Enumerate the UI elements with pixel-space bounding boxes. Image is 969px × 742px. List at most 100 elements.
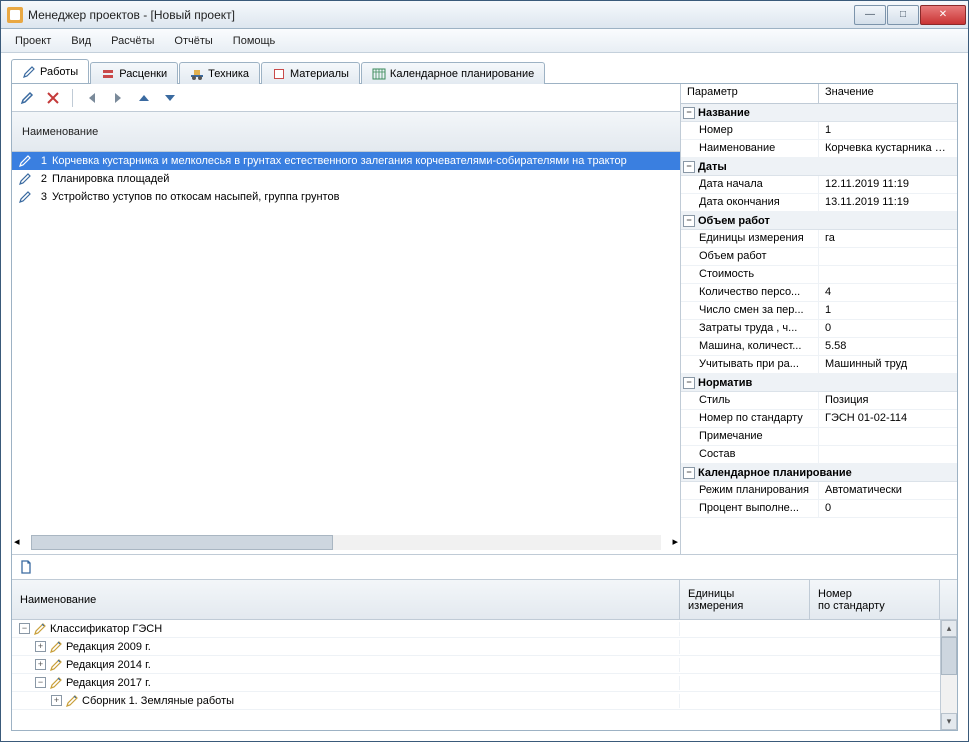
prop-value[interactable]: Машинный труд <box>819 356 957 373</box>
prop-key: Единицы измерения <box>681 230 819 247</box>
prop-value[interactable]: 1 <box>819 302 957 319</box>
expander-icon[interactable]: − <box>19 623 30 634</box>
prop-row[interactable]: Состав <box>681 446 957 464</box>
scroll-right-icon[interactable]: ▸ <box>672 535 678 548</box>
titlebar[interactable]: Менеджер проектов - [Новый проект] — □ ✕ <box>1 1 968 29</box>
col-classifier-name[interactable]: Наименование <box>12 580 680 619</box>
prop-row[interactable]: Единицы измеренияга <box>681 230 957 248</box>
expander-icon[interactable]: − <box>35 677 46 688</box>
work-row[interactable]: 3Устройство уступов по откосам насыпей, … <box>12 188 680 206</box>
prop-row[interactable]: НаименованиеКорчевка кустарника и ... <box>681 140 957 158</box>
prop-row[interactable]: СтильПозиция <box>681 392 957 410</box>
prop-value[interactable] <box>819 266 957 283</box>
prop-row[interactable]: Число смен за пер...1 <box>681 302 957 320</box>
tab-2[interactable]: Техника <box>179 62 260 84</box>
prop-value[interactable]: Позиция <box>819 392 957 409</box>
document-icon[interactable] <box>18 559 34 575</box>
tab-icon <box>190 67 204 81</box>
nav-down-button[interactable] <box>161 89 179 107</box>
col-classifier-unit[interactable]: Единицы измерения <box>680 580 810 619</box>
nav-first-button[interactable] <box>83 89 101 107</box>
prop-group[interactable]: −Календарное планирование <box>681 464 957 482</box>
prop-value[interactable] <box>819 428 957 445</box>
prop-value[interactable]: Автоматически <box>819 482 957 499</box>
scroll-left-icon[interactable]: ◂ <box>14 535 20 548</box>
prop-group[interactable]: −Объем работ <box>681 212 957 230</box>
prop-value[interactable]: 12.11.2019 11:19 <box>819 176 957 193</box>
scroll-up-icon[interactable]: ▴ <box>941 620 957 637</box>
prop-row[interactable]: Номер по стандартуГЭСН 01-02-114 <box>681 410 957 428</box>
collapse-icon[interactable]: − <box>683 377 695 389</box>
prop-value[interactable]: га <box>819 230 957 247</box>
prop-group[interactable]: −Норматив <box>681 374 957 392</box>
prop-row[interactable]: Дата окончания13.11.2019 11:19 <box>681 194 957 212</box>
h-scrollbar[interactable]: ◂ ▸ <box>14 535 678 552</box>
menu-help[interactable]: Помощь <box>223 32 286 50</box>
nav-up-button[interactable] <box>135 89 153 107</box>
menu-project[interactable]: Проект <box>5 32 61 50</box>
prop-value[interactable]: 4 <box>819 284 957 301</box>
collapse-icon[interactable]: − <box>683 107 695 119</box>
tab-0[interactable]: Работы <box>11 59 89 83</box>
prop-value[interactable]: 0 <box>819 320 957 337</box>
prop-value[interactable]: Корчевка кустарника и ... <box>819 140 957 157</box>
tree-row[interactable]: +Редакция 2009 г. <box>12 638 940 656</box>
folder-icon <box>49 640 63 654</box>
prop-value[interactable] <box>819 446 957 463</box>
prop-row[interactable]: Номер1 <box>681 122 957 140</box>
prop-row[interactable]: Режим планированияАвтоматически <box>681 482 957 500</box>
prop-key: Количество персо... <box>681 284 819 301</box>
expander-icon[interactable]: + <box>35 641 46 652</box>
menu-view[interactable]: Вид <box>61 32 101 50</box>
prop-value[interactable]: 5.58 <box>819 338 957 355</box>
collapse-icon[interactable]: − <box>683 215 695 227</box>
tree-row[interactable]: −Классификатор ГЭСН <box>12 620 940 638</box>
edit-button[interactable] <box>18 89 36 107</box>
scroll-thumb-v[interactable] <box>941 637 957 675</box>
prop-row[interactable]: Машина, количест...5.58 <box>681 338 957 356</box>
prop-value[interactable]: 13.11.2019 11:19 <box>819 194 957 211</box>
prop-row[interactable]: Процент выполне...0 <box>681 500 957 518</box>
prop-row[interactable]: Примечание <box>681 428 957 446</box>
props-col-value[interactable]: Значение <box>819 84 957 103</box>
col-classifier-std[interactable]: Номер по стандарту <box>810 580 940 619</box>
scroll-down-icon[interactable]: ▾ <box>941 713 957 730</box>
prop-group[interactable]: −Даты <box>681 158 957 176</box>
prop-row[interactable]: Учитывать при ра...Машинный труд <box>681 356 957 374</box>
nav-next-button[interactable] <box>109 89 127 107</box>
prop-value[interactable] <box>819 248 957 265</box>
tree-row[interactable]: −Редакция 2017 г. <box>12 674 940 692</box>
work-row[interactable]: 2Планировка площадей <box>12 170 680 188</box>
props-col-param[interactable]: Параметр <box>681 84 819 103</box>
maximize-button[interactable]: □ <box>887 5 919 25</box>
prop-key: Дата начала <box>681 176 819 193</box>
prop-row[interactable]: Затраты труда , ч...0 <box>681 320 957 338</box>
prop-value[interactable]: ГЭСН 01-02-114 <box>819 410 957 427</box>
tab-3[interactable]: Материалы <box>261 62 360 84</box>
collapse-icon[interactable]: − <box>683 161 695 173</box>
tree-row[interactable]: +Редакция 2014 г. <box>12 656 940 674</box>
minimize-button[interactable]: — <box>854 5 886 25</box>
works-grid-header[interactable]: Наименование <box>12 112 680 152</box>
prop-row[interactable]: Дата начала12.11.2019 11:19 <box>681 176 957 194</box>
close-button[interactable]: ✕ <box>920 5 966 25</box>
scroll-thumb[interactable] <box>31 535 333 550</box>
work-row[interactable]: 1Корчевка кустарника и мелколесья в грун… <box>12 152 680 170</box>
prop-row[interactable]: Количество персо...4 <box>681 284 957 302</box>
prop-value[interactable]: 1 <box>819 122 957 139</box>
prop-group[interactable]: −Название <box>681 104 957 122</box>
expander-icon[interactable]: + <box>35 659 46 670</box>
prop-value[interactable]: 0 <box>819 500 957 517</box>
expander-icon[interactable]: + <box>51 695 62 706</box>
tab-1[interactable]: Расценки <box>90 62 178 84</box>
menu-reports[interactable]: Отчёты <box>164 32 222 50</box>
prop-row[interactable]: Стоимость <box>681 266 957 284</box>
tab-icon <box>372 67 386 81</box>
prop-row[interactable]: Объем работ <box>681 248 957 266</box>
delete-button[interactable] <box>44 89 62 107</box>
v-scrollbar[interactable]: ▴ ▾ <box>940 620 957 730</box>
tree-row[interactable]: +Сборник 1. Земляные работы <box>12 692 940 710</box>
tab-4[interactable]: Календарное планирование <box>361 62 545 84</box>
menu-calc[interactable]: Расчёты <box>101 32 164 50</box>
collapse-icon[interactable]: − <box>683 467 695 479</box>
